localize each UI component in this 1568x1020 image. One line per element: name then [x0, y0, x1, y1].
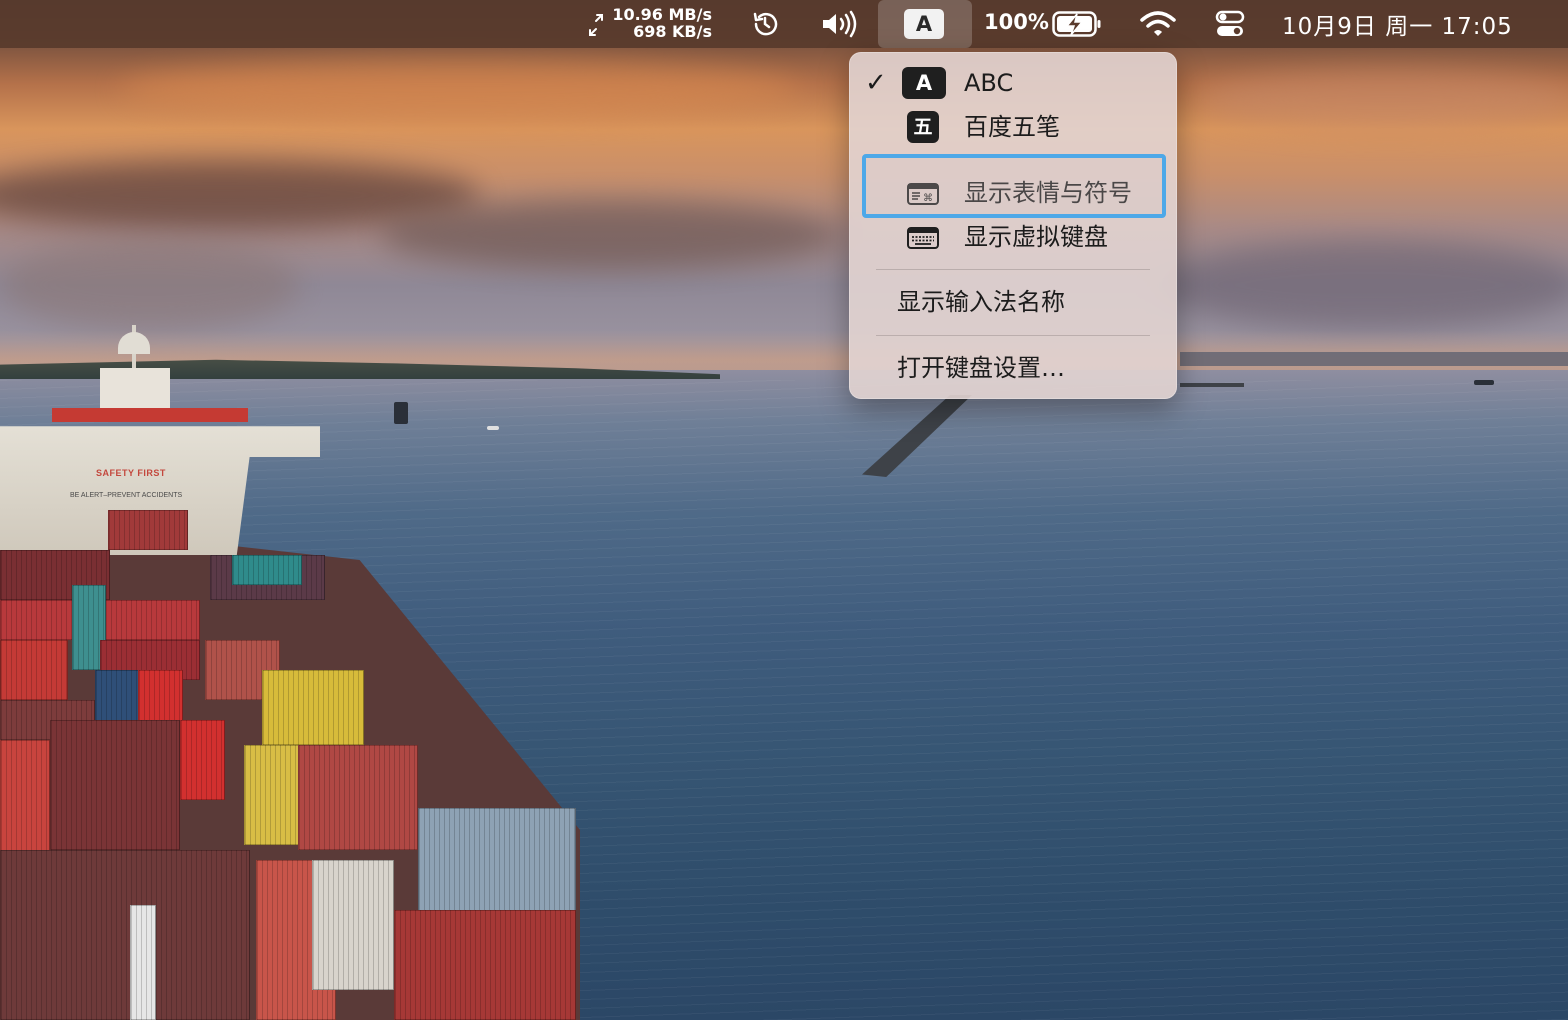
- menu-bar: 10.96 MB/s 698 KB/s A 100% 10月9日 周一 17:0…: [0, 0, 1568, 48]
- ship-sign: SAFETY FIRST: [96, 468, 166, 478]
- container: [394, 910, 576, 1020]
- abc-source-icon: A: [902, 67, 946, 99]
- wifi-icon[interactable]: [1138, 8, 1178, 40]
- network-speed-icon: [589, 14, 603, 36]
- container: [262, 670, 364, 745]
- coastline-right: [1180, 352, 1568, 366]
- network-speed-widget[interactable]: 10.96 MB/s 698 KB/s: [588, 6, 718, 42]
- input-source-dropdown: ✓ A ABC 五 百度五笔 ⌘ 显示表情与符号 显示虚拟键盘 显示输入法名称 …: [849, 52, 1177, 399]
- menu-item-label: 百度五笔: [964, 113, 1060, 141]
- container: [418, 808, 576, 913]
- container: [0, 850, 250, 1020]
- bridge-stripe: [52, 408, 248, 422]
- cloud: [1160, 240, 1568, 330]
- battery-charging-icon[interactable]: [1052, 11, 1102, 37]
- container: [108, 510, 188, 550]
- deck-pillar: [130, 905, 156, 1020]
- menu-item-show-keyboard-viewer[interactable]: 显示虚拟键盘: [859, 217, 1167, 257]
- control-center-icon[interactable]: [1212, 8, 1248, 40]
- container: [180, 720, 225, 800]
- input-source-menu-button[interactable]: A: [878, 0, 972, 48]
- container: [312, 860, 394, 990]
- keyboard-viewer-icon: [907, 227, 939, 249]
- battery-percentage[interactable]: 100%: [984, 10, 1049, 34]
- menu-item-label: ABC: [964, 69, 1014, 97]
- cloud: [1200, 70, 1568, 130]
- breakwater-right: [1180, 383, 1244, 387]
- time-machine-icon[interactable]: [748, 8, 782, 40]
- checkmark-icon: ✓: [865, 68, 887, 98]
- small-boat: [1474, 380, 1494, 385]
- bridge-roof: [100, 368, 170, 413]
- menu-item-label: 显示输入法名称: [897, 288, 1065, 316]
- radar-dome: [118, 332, 150, 354]
- container: [232, 555, 302, 585]
- menubar-clock[interactable]: 10月9日 周一 17:05: [1282, 7, 1513, 41]
- menu-item-show-input-name[interactable]: 显示输入法名称: [859, 282, 1167, 322]
- container-ship: SAFETY FIRST BE ALERT–PREVENT ACCIDENTS: [0, 320, 590, 1020]
- container: [50, 720, 180, 850]
- desktop-wallpaper: SAFETY FIRST BE ALERT–PREVENT ACCIDENTS: [0, 0, 1568, 1020]
- wubi-source-icon: 五: [907, 111, 939, 143]
- menu-separator: [876, 335, 1150, 336]
- menu-item-abc[interactable]: ✓ A ABC: [859, 63, 1167, 103]
- ship-subsign: BE ALERT–PREVENT ACCIDENTS: [70, 492, 183, 499]
- container: [298, 745, 418, 850]
- menu-item-label: 显示虚拟键盘: [964, 223, 1108, 251]
- menu-item-label: 打开键盘设置…: [897, 354, 1065, 382]
- menu-separator: [876, 269, 1150, 270]
- download-speed: 698 KB/s: [633, 22, 712, 41]
- input-source-icon: A: [904, 9, 944, 39]
- cloud: [120, 60, 800, 120]
- focus-highlight-ring: [862, 154, 1166, 218]
- container: [0, 740, 50, 860]
- menu-item-open-keyboard-settings[interactable]: 打开键盘设置…: [859, 348, 1167, 388]
- volume-icon[interactable]: [818, 8, 862, 40]
- container: [0, 640, 68, 700]
- cloud: [0, 240, 300, 330]
- menu-item-baidu-wubi[interactable]: 五 百度五笔: [859, 107, 1167, 147]
- cloud: [380, 200, 840, 270]
